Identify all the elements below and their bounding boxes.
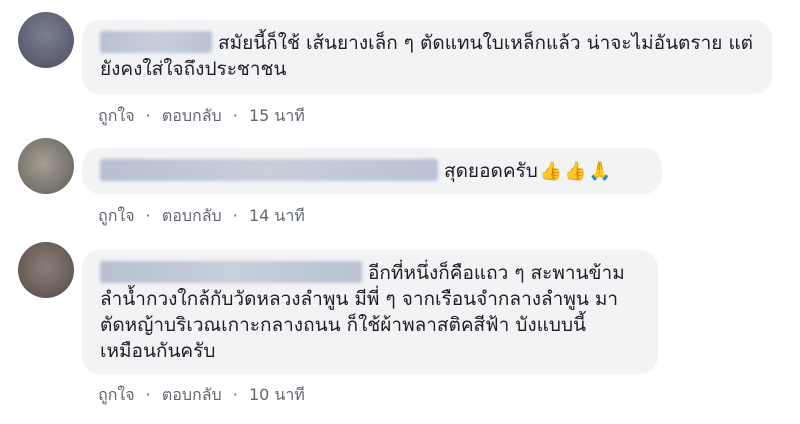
comment-text: สุดยอดครับ [444, 160, 538, 182]
timestamp[interactable]: 15 นาที [249, 104, 305, 129]
author-name-blurred[interactable] [100, 159, 438, 181]
thumbs-up-icon: 👍 [539, 161, 563, 182]
separator-dot: · [232, 106, 238, 125]
like-link[interactable]: ถูกใจ [98, 204, 135, 229]
reply-link[interactable]: ตอบกลับ [162, 383, 222, 408]
thumbs-up-icon: 👍 [564, 161, 587, 182]
comment-bubble: สุดยอดครับ 👍 👍 🙏 [82, 148, 662, 194]
author-name-blurred[interactable] [100, 261, 362, 283]
comment-actions: ถูกใจ · ตอบกลับ · 15 นาที [98, 104, 305, 129]
separator-dot: · [145, 206, 151, 225]
avatar[interactable] [18, 12, 74, 68]
avatar[interactable] [18, 138, 74, 194]
author-name-blurred[interactable] [100, 31, 212, 53]
timestamp[interactable]: 14 นาที [249, 204, 305, 229]
avatar[interactable] [18, 242, 74, 298]
like-link[interactable]: ถูกใจ [98, 383, 135, 408]
praying-hands-icon: 🙏 [588, 161, 612, 182]
comment-bubble: อีกที่หนึ่งก็คือแถว ๆ สะพานข้ามลำน้ำกวงใ… [82, 250, 658, 374]
separator-dot: · [145, 385, 151, 404]
comment-actions: ถูกใจ · ตอบกลับ · 10 นาที [98, 383, 305, 408]
separator-dot: · [232, 206, 238, 225]
separator-dot: · [145, 106, 151, 125]
reply-link[interactable]: ตอบกลับ [162, 204, 222, 229]
separator-dot: · [232, 385, 238, 404]
reply-link[interactable]: ตอบกลับ [162, 104, 222, 129]
like-link[interactable]: ถูกใจ [98, 104, 135, 129]
timestamp[interactable]: 10 นาที [249, 383, 305, 408]
comment-bubble: สมัยนี้ก็ใช้ เส้นยางเล็ก ๆ ตัดแทนใบเหล็ก… [82, 20, 772, 94]
comment-actions: ถูกใจ · ตอบกลับ · 14 นาที [98, 204, 305, 229]
